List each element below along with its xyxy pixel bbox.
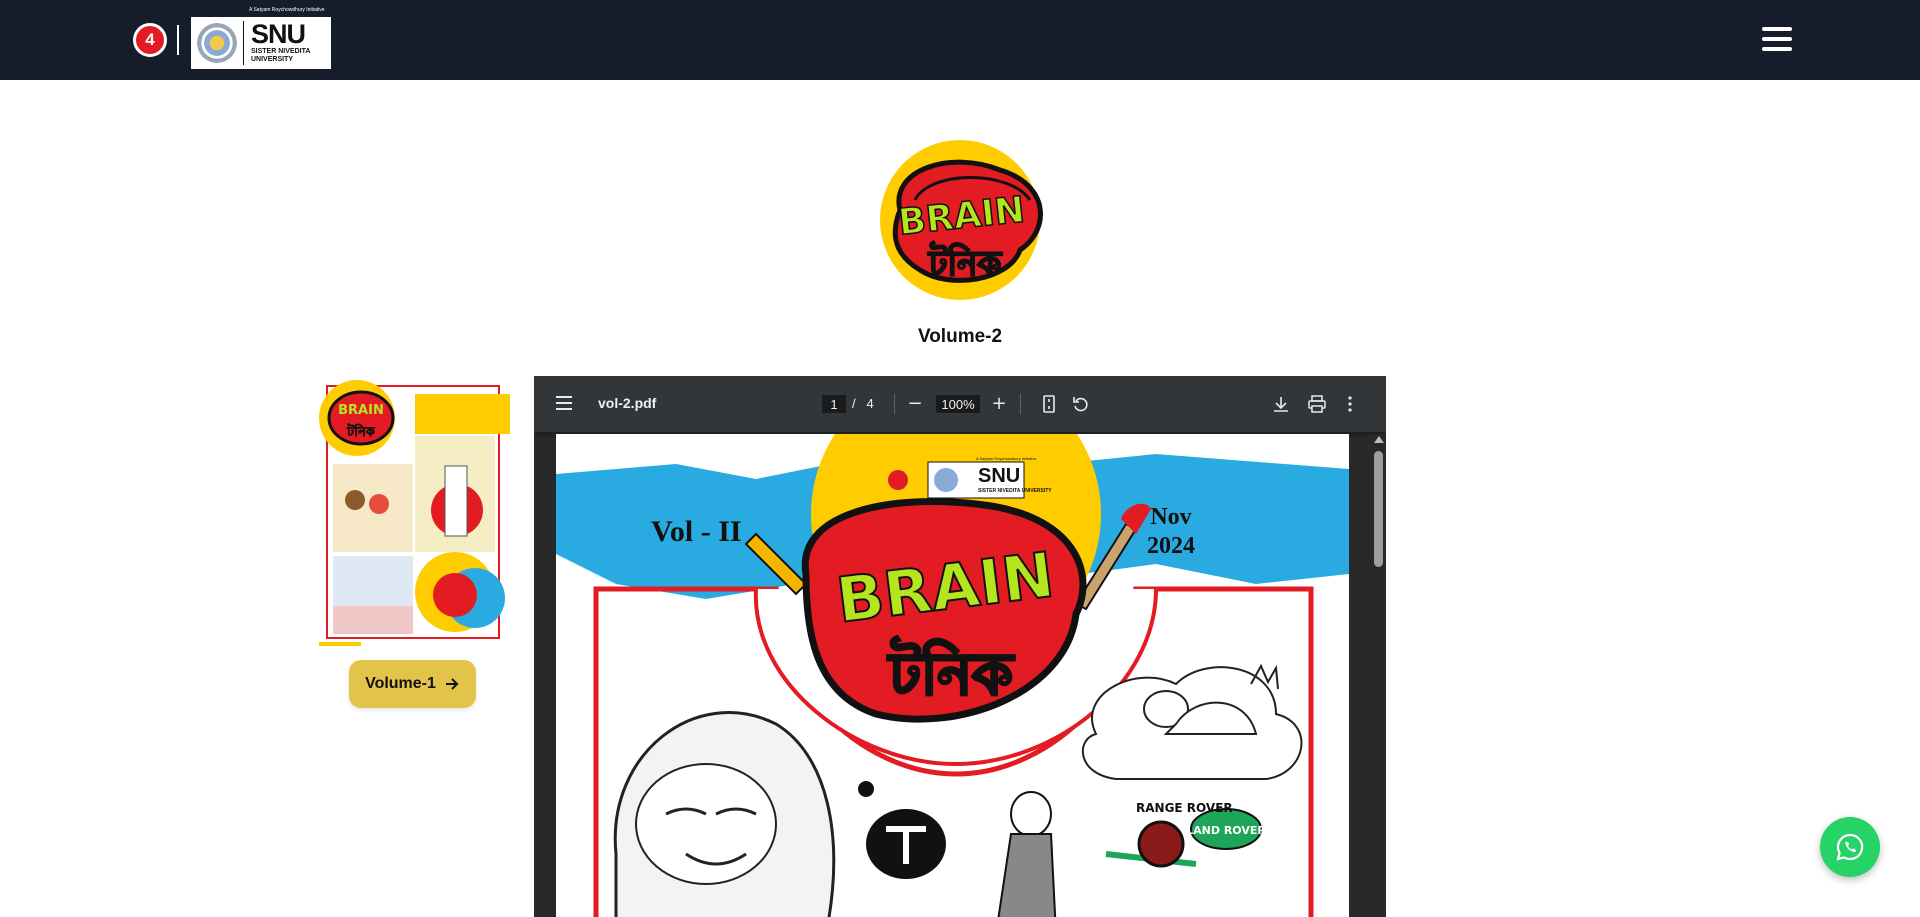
zoom-in-icon[interactable]: + [989,394,1009,414]
print-icon[interactable] [1307,394,1327,414]
menu-icon[interactable] [556,396,572,410]
pdf-filename: vol-2.pdf [598,395,657,411]
page-number-input[interactable] [822,395,846,413]
whatsapp-button[interactable] [1820,817,1880,877]
pdf-viewer[interactable]: vol-2.pdf / 4 − + SNU SISTER NIVEDITA UN… [534,376,1386,917]
page-separator: / [852,396,856,411]
volume-1-button-label: Volume-1 [365,675,436,692]
scroll-up-arrow-icon[interactable] [1374,436,1384,443]
logo-divider [177,25,179,55]
zoom-input[interactable] [936,395,980,413]
date-year: 2024 [1147,533,1195,559]
svg-text:টনিক: টনিক [346,423,376,440]
volume-title: Volume-2 [917,326,1003,347]
land-rover-text: LAND ROVER [1186,824,1266,837]
scroll-thumb[interactable] [1374,451,1383,567]
fit-page-icon[interactable] [1039,394,1059,414]
org-logo: 4 [133,23,167,57]
date-month: Nov [1150,504,1191,530]
svg-text:BRAIN: BRAIN [338,403,384,418]
volume-1-cover-thumbnail[interactable]: BRAIN টনিক [315,380,510,650]
pdf-page-1: SNU SISTER NIVEDITA UNIVERSITY A Satyam … [556,434,1349,917]
rotate-icon[interactable] [1071,394,1091,414]
snu-emblem-icon [197,23,237,63]
top-navbar: 4 A Satyam Roychowdhury Initiative SNU S… [0,0,1920,80]
range-rover-text: RANGE ROVER [1136,801,1233,815]
toolbar-divider [894,394,895,414]
download-icon[interactable] [1271,394,1291,414]
snu-subtitle: SISTER NIVEDITA UNIVERSITY [251,48,311,63]
snu-tagline: A Satyam Roychowdhury Initiative [249,7,325,13]
vol-label: Vol - II [651,515,742,548]
cover-text-tonic: টনিক [887,636,1015,708]
brain-tonic-logo: BRAIN টনিক [880,140,1043,300]
toolbar-divider [1020,394,1021,414]
more-options-icon[interactable] [1340,394,1360,414]
pdf-scrollbar[interactable] [1371,434,1386,917]
mini-snu-subtitle: SISTER NIVEDITA UNIVERSITY [978,488,1052,494]
pdf-toolbar: vol-2.pdf / 4 − + [534,376,1386,432]
zoom-out-icon[interactable]: − [905,394,925,414]
mini-snu-title: SNU [978,465,1020,487]
hamburger-menu-icon[interactable] [1762,27,1792,51]
snu-logo: A Satyam Roychowdhury Initiative SNU SIS… [191,7,331,69]
logo-text-tonic: টনিক [928,241,1003,284]
whatsapp-icon [1836,833,1864,861]
page-total: / 4 [852,396,874,411]
total-pages: 4 [866,396,874,411]
snu-title: SNU [251,19,306,49]
brand-logos[interactable]: 4 A Satyam Roychowdhury Initiative SNU S… [133,7,331,72]
snu-logo-divider [243,21,244,65]
volume-1-button[interactable]: Volume-1 [349,660,476,708]
mini-snu-tagline: A Satyam Roychowdhury Initiative [976,456,1037,461]
arrow-right-icon [445,678,459,690]
